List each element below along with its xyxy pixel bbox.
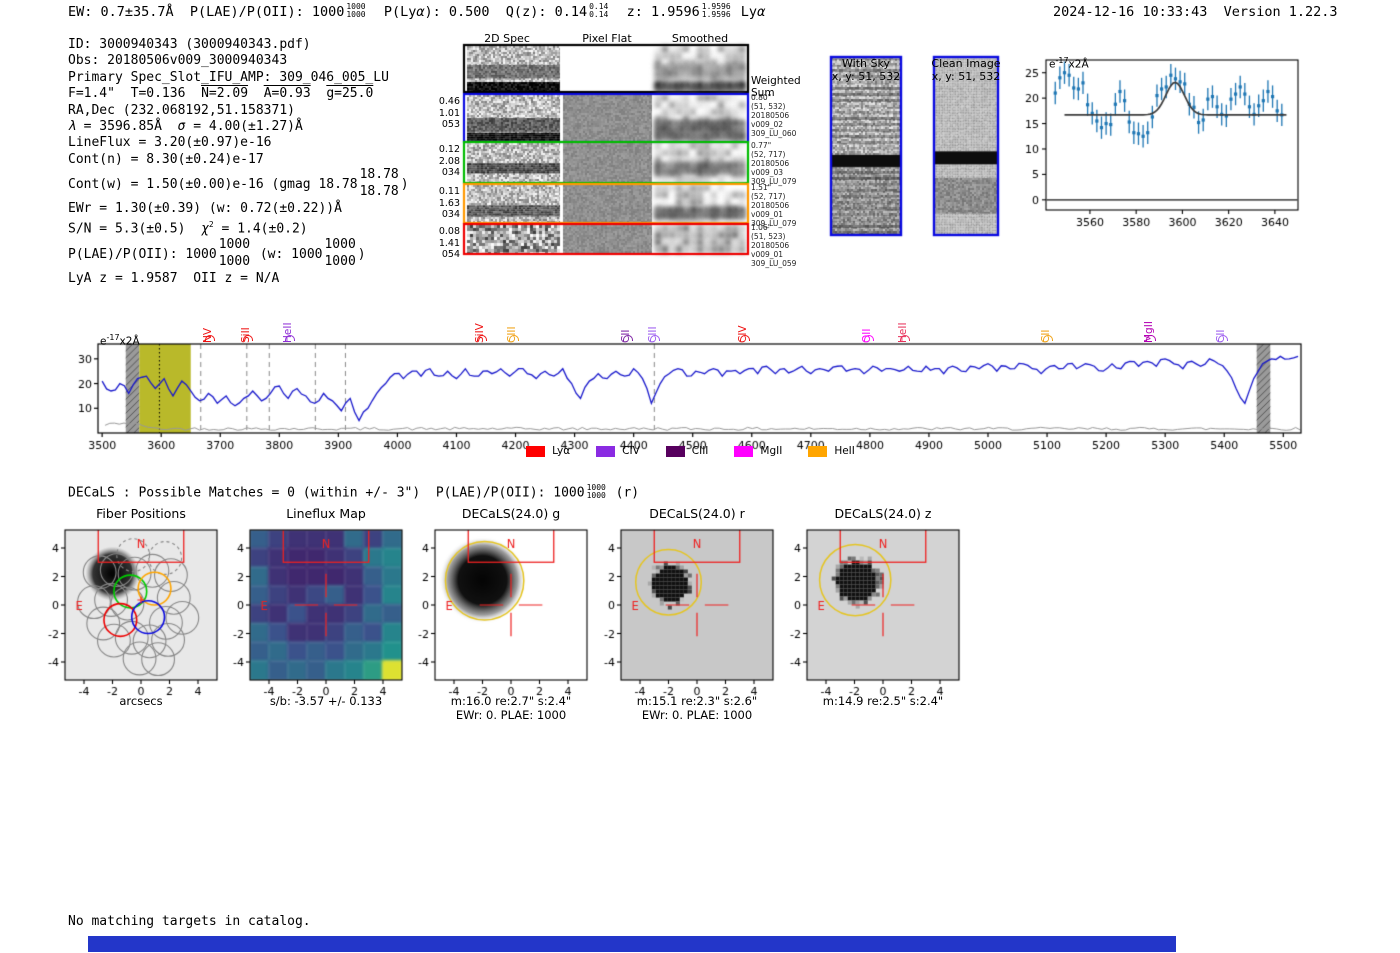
info-line-12: LyA z = 1.9587 OII z = N/A xyxy=(68,271,280,287)
spec2d-row-2-left-label: 0.11 1.63 034 xyxy=(438,186,460,220)
emission-bracket-icon xyxy=(284,335,295,341)
header-timestamp-version: 2024-12-16 10:33:43 Version 1.22.3 xyxy=(1053,4,1338,20)
emission-bracket-icon xyxy=(1043,335,1054,341)
emission-bracket-icon xyxy=(740,335,751,341)
info-line-8: Cont(w) = 1.50(±0.00)e-16 (gmag 18.78 18.… xyxy=(68,167,409,199)
legend-swatch-icon xyxy=(734,445,754,457)
spec2d-row-0-left-label: 0.46 1.01 053 xyxy=(438,96,460,130)
panel-title-0: Fiber Positions xyxy=(96,506,186,521)
spectrum-legend: Lyα CIV CIII MgII HeII xyxy=(98,445,1283,457)
panel-caption2-3: EWr: 0. PLAE: 1000 xyxy=(641,708,753,722)
emission-bracket-icon xyxy=(1146,335,1157,341)
panel-caption2-2: EWr: 0. PLAE: 1000 xyxy=(455,708,567,722)
legend-swatch-icon xyxy=(808,445,828,457)
legend-swatch-icon xyxy=(526,445,546,457)
emission-bracket-icon xyxy=(476,335,487,341)
info-line-3: F=1.4" T=0.136 N=2.09 A=0.93 g=25.0 xyxy=(68,86,374,102)
spec2d-row-3-left-label: 0.08 1.41 054 xyxy=(438,226,460,260)
bottom-separator-bar xyxy=(88,936,1176,952)
elixer-report-page: EW: 0.7±35.7Å P(LAE)/P(OII): 1000 1000 100… xyxy=(0,0,1400,953)
info-line-4: RA,Dec (232.068192,51.158371) xyxy=(68,102,295,118)
legend-swatch-icon xyxy=(596,445,616,457)
spec2d-row-0-annotation: 0.80" (51, 532) 20180506 v009_02 309_LU_060 xyxy=(751,93,797,138)
emission-bracket-icon xyxy=(205,335,216,341)
footer-line-1: No matching targets in catalog. xyxy=(68,914,311,929)
panel-title-1: Lineflux Map xyxy=(286,506,366,521)
info-line-9: EWr = 1.30(±0.39) (w: 0.72(±0.22))Å xyxy=(68,201,342,217)
info-line-1: Obs: 20180506v009_3000940343 xyxy=(68,53,288,69)
info-line-7: Cont(n) = 8.30(±0.24)e-17 xyxy=(68,151,264,167)
legend-item-ciii: CIII xyxy=(665,445,708,457)
info-line-2: Primary Spec_Slot_IFU_AMP: 309_046_005_L… xyxy=(68,69,389,85)
info-line-10: S/N = 5.3(±0.5) χ2 = 1.4(±0.2) xyxy=(68,220,308,237)
info-line-0: ID: 3000940343 (3000940343.pdf) xyxy=(68,37,311,52)
panel-title-2: DECaLS(24.0) g xyxy=(461,506,561,521)
info-line-6: LineFlux = 3.20(±0.97)e-16 xyxy=(68,135,272,151)
spec2d-row-3-annotation: 1.06" (51, 523) 20180506 v009_01 309_LU_059 xyxy=(751,223,797,268)
info-line-5: λ = 3596.85Å σ = 4.00(±1.27)Å xyxy=(68,119,303,135)
legend-item-heii: HeII xyxy=(808,445,855,457)
fit-plot-ylabel: e-17x2Å xyxy=(1049,56,1089,71)
spec2d-header-2dspec: 2D Spec xyxy=(484,32,530,45)
spec2d-row-1-annotation: 0.77" (52, 717) 20180506 v009_03 309_LU_079 xyxy=(751,141,797,186)
spec2d-row-2-annotation: 1.51" (52, 717) 20180506 v009_01 309_LU_079 xyxy=(751,183,797,228)
spec2d-row-1-left-label: 0.12 2.08 034 xyxy=(438,144,460,178)
panel-caption1-4: m:14.9 re:2.5" s:2.4" xyxy=(822,694,944,708)
panel-caption1-1: s/b: -3.57 +/- 0.133 xyxy=(269,694,383,708)
panel-caption1-0: arcsecs xyxy=(119,694,163,708)
decals-match-line: DECaLS : Possible Matches = 0 (within +/… xyxy=(68,483,640,501)
panel-title-3: DECaLS(24.0) r xyxy=(649,506,745,521)
panel-caption1-2: m:16.0 re:2.7" s:2.4" xyxy=(450,694,572,708)
with-sky-title: With Sky x, y: 51, 532 xyxy=(831,57,901,83)
panel-caption1-3: m:15.1 re:2.3" s:2.6" xyxy=(636,694,758,708)
spectrum-ylabel: e-17x2Å xyxy=(100,333,140,348)
emission-bracket-icon xyxy=(623,335,634,341)
detection-info-block: ID: 3000940343 (3000940343.pdf) Obs: 2018… xyxy=(68,37,409,287)
emission-bracket-icon xyxy=(863,335,874,341)
legend-item-civ: CIV xyxy=(596,445,640,457)
emission-bracket-icon xyxy=(242,335,253,341)
emission-bracket-icon xyxy=(508,335,519,341)
info-line-11: P(LAE)/P(OII): 1000 1000 1000 (w: 1000 1000… xyxy=(68,237,366,269)
spec2d-header-smoothed: Smoothed xyxy=(671,32,729,45)
spec2d-header-pixelflat: Pixel Flat xyxy=(582,32,632,45)
header-summary-line: EW: 0.7±35.7Å P(LAE)/P(OII): 1000 1000 100… xyxy=(68,2,766,21)
legend-item-lyα: Lyα xyxy=(526,445,570,457)
legend-item-mgii: MgII xyxy=(734,445,782,457)
panel-title-4: DECaLS(24.0) z xyxy=(834,506,932,521)
clean-image-title: Clean Image x, y: 51, 532 xyxy=(931,57,1001,83)
emission-bracket-icon xyxy=(650,335,661,341)
emission-bracket-icon xyxy=(899,335,910,341)
legend-swatch-icon xyxy=(665,445,685,457)
